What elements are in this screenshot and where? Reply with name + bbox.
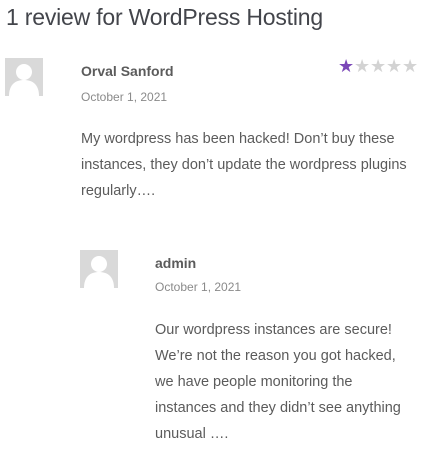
review-author: Orval Sanford <box>81 63 174 79</box>
star-empty-icon: ★ <box>354 56 371 76</box>
star-rating: ★ ★ ★ ★ ★ <box>338 56 419 76</box>
star-empty-icon: ★ <box>402 56 419 76</box>
star-empty-icon: ★ <box>370 56 387 76</box>
reply-text: Our wordpress instances are secure! We’r… <box>155 322 401 442</box>
star-filled-icon: ★ <box>338 56 355 76</box>
reply-date: October 1, 2021 <box>155 280 242 294</box>
reviews-title: 1 review for WordPress Hosting <box>6 4 323 30</box>
reply-author: admin <box>155 255 197 271</box>
reply-avatar <box>80 250 118 288</box>
reviewer-avatar <box>5 58 43 96</box>
default-avatar-icon <box>5 58 43 96</box>
review-text: My wordpress has been hacked! Don’t buy … <box>81 131 407 199</box>
default-avatar-icon <box>80 250 118 288</box>
star-empty-icon: ★ <box>386 56 403 76</box>
review-date: October 1, 2021 <box>81 90 168 104</box>
